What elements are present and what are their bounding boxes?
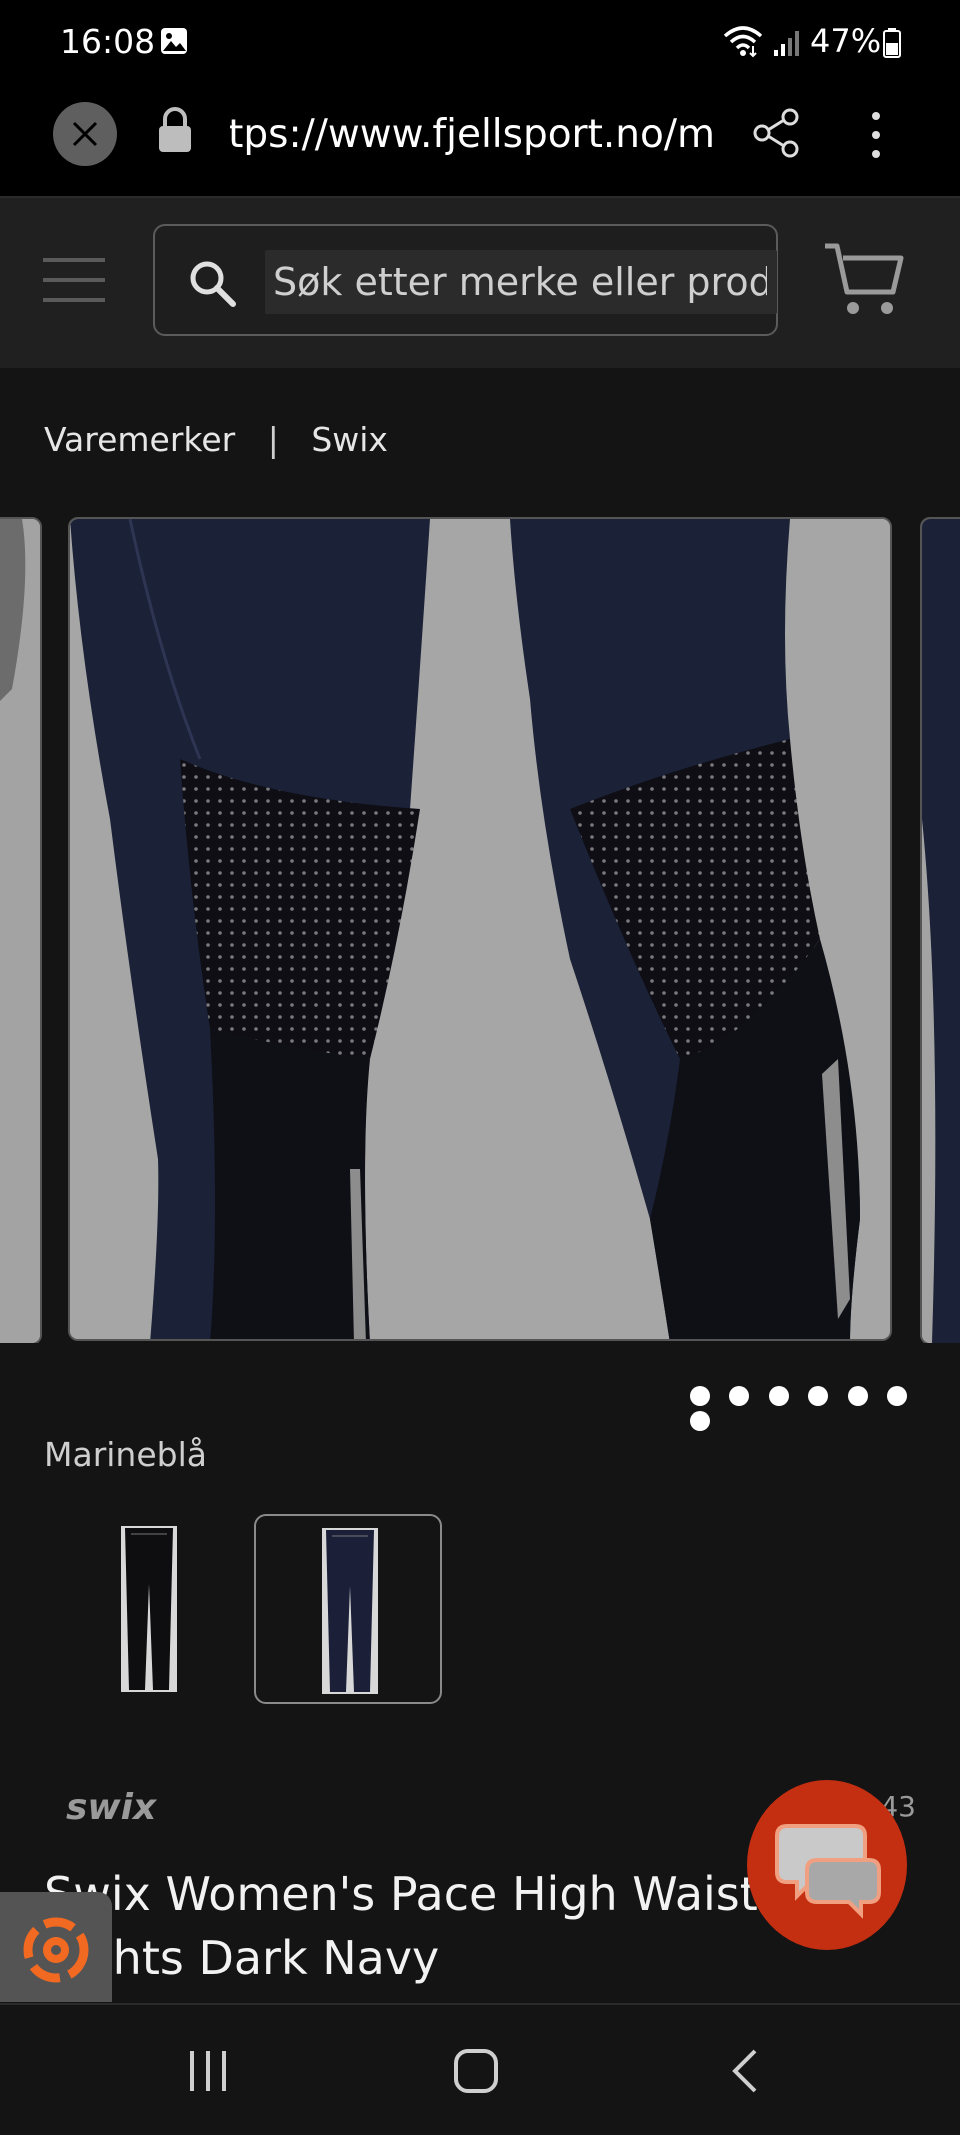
- signal-icon: [774, 31, 799, 56]
- hamburger-menu-icon[interactable]: [43, 255, 105, 305]
- product-image-main: [70, 519, 890, 1339]
- search-box[interactable]: [153, 224, 778, 336]
- brand-name: swix: [66, 1787, 158, 1827]
- battery-percent: 47%: [810, 22, 882, 60]
- gallery-pagination: [690, 1386, 960, 1431]
- product-image-prev: [0, 519, 40, 1343]
- more-vert-icon[interactable]: [868, 110, 884, 160]
- url-bar[interactable]: https://www.fjellsport.no/m: [230, 112, 715, 162]
- status-time: 16:08: [60, 22, 156, 61]
- gallery-dot[interactable]: [768, 1386, 789, 1406]
- lock-icon[interactable]: [155, 106, 195, 154]
- product-gallery[interactable]: [0, 517, 960, 1343]
- swatch-image-navy: [322, 1528, 378, 1694]
- chat-icon: [775, 1824, 881, 1919]
- search-icon[interactable]: [187, 258, 237, 308]
- color-label: Marineblå: [44, 1435, 207, 1474]
- close-tab-button[interactable]: [53, 102, 117, 166]
- gallery-dot[interactable]: [847, 1386, 868, 1406]
- home-icon[interactable]: [452, 2047, 500, 2095]
- swatch-image-black: [121, 1526, 177, 1692]
- gallery-dot[interactable]: [887, 1386, 908, 1406]
- brand-logo[interactable]: swix: [64, 1787, 184, 1827]
- accessibility-icon: [23, 1917, 89, 1983]
- search-input[interactable]: [265, 250, 777, 314]
- cart-icon[interactable]: [823, 240, 905, 320]
- share-icon[interactable]: [752, 108, 802, 158]
- breadcrumb-separator: |: [267, 420, 279, 459]
- color-swatch-black[interactable]: [55, 1514, 243, 1704]
- recent-apps-icon[interactable]: [186, 2049, 230, 2093]
- system-nav-bar: [0, 2003, 960, 2135]
- wifi-icon: [723, 26, 763, 58]
- chat-button[interactable]: [747, 1780, 907, 1950]
- browser-toolbar: https://www.fjellsport.no/m: [0, 86, 960, 198]
- url-text: https://www.fjellsport.no/m: [230, 112, 715, 157]
- breadcrumb-item-brands[interactable]: Varemerker: [44, 420, 235, 459]
- status-bar: 16:08 47%: [0, 0, 960, 86]
- breadcrumb: Varemerker | Swix: [44, 418, 388, 459]
- gallery-dot[interactable]: [808, 1386, 829, 1406]
- image-notification-icon: [161, 28, 187, 54]
- gallery-main-slide[interactable]: [68, 517, 892, 1341]
- product-image-next: [922, 519, 960, 1343]
- gallery-next-slide[interactable]: [920, 517, 960, 1343]
- gallery-prev-slide[interactable]: [0, 517, 42, 1343]
- site-header: [0, 198, 960, 368]
- gallery-dot[interactable]: [690, 1411, 710, 1431]
- gallery-dot[interactable]: [729, 1386, 750, 1406]
- gallery-dot[interactable]: [690, 1386, 710, 1406]
- breadcrumb-item-swix[interactable]: Swix: [311, 420, 388, 459]
- accessibility-widget-button[interactable]: [0, 1892, 112, 2002]
- product-title: Swix Women's Pace High Waist Tights Dark…: [44, 1867, 758, 1985]
- battery-icon: [883, 28, 901, 58]
- color-swatch-dark-navy[interactable]: [254, 1514, 442, 1704]
- back-icon[interactable]: [730, 2047, 760, 2095]
- close-icon: [72, 121, 98, 147]
